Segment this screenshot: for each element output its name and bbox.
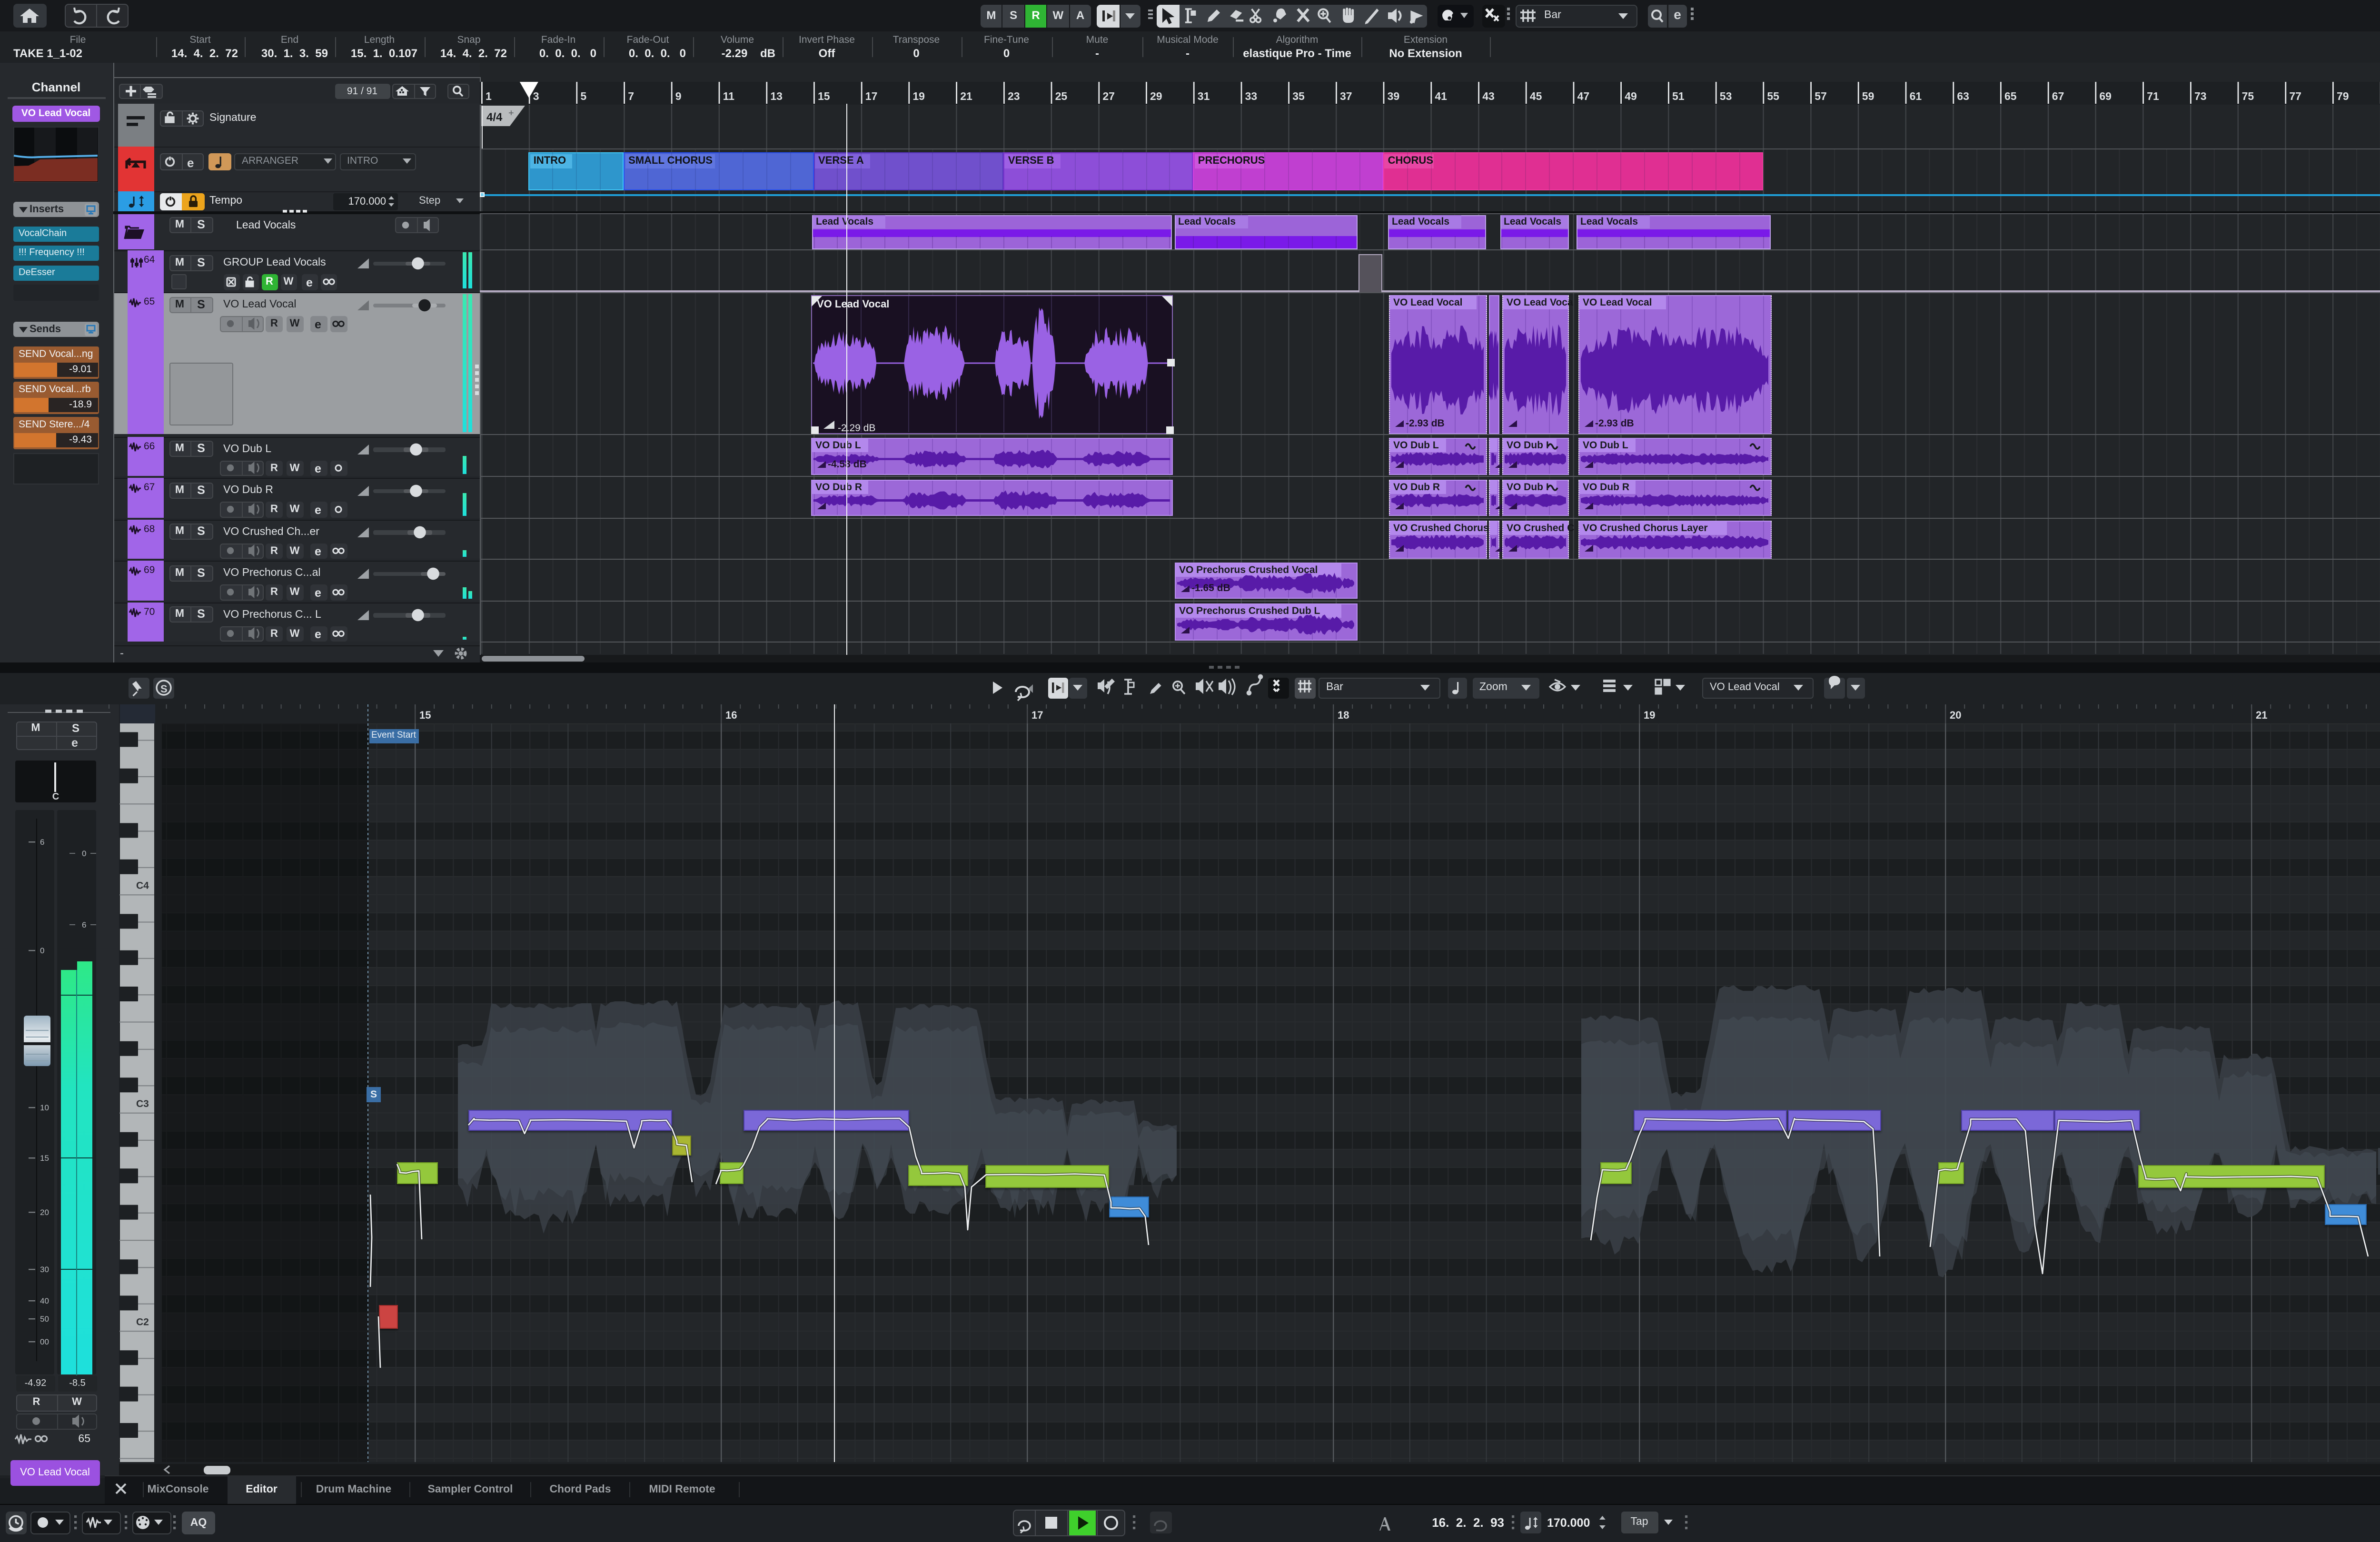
svg-text:69: 69 bbox=[2099, 90, 2112, 102]
svg-text:0: 0 bbox=[40, 946, 44, 955]
svg-text:e: e bbox=[315, 586, 321, 600]
svg-text:77: 77 bbox=[2289, 90, 2301, 102]
svg-text:C2: C2 bbox=[136, 1316, 149, 1327]
svg-text:13: 13 bbox=[770, 90, 783, 102]
svg-text:17: 17 bbox=[865, 90, 878, 102]
svg-text:6: 6 bbox=[82, 920, 86, 929]
svg-text:e: e bbox=[315, 504, 321, 517]
svg-text:18: 18 bbox=[1338, 709, 1349, 721]
svg-text:15: 15 bbox=[40, 1154, 49, 1163]
svg-text:6: 6 bbox=[40, 838, 44, 847]
svg-text:21: 21 bbox=[960, 90, 972, 102]
svg-text:55: 55 bbox=[1767, 90, 1779, 102]
svg-text:31: 31 bbox=[1198, 90, 1210, 102]
svg-text:e: e bbox=[315, 545, 321, 558]
svg-text:73: 73 bbox=[2194, 90, 2207, 102]
svg-text:57: 57 bbox=[1815, 90, 1827, 102]
svg-text:7: 7 bbox=[628, 90, 634, 102]
svg-text:47: 47 bbox=[1577, 90, 1590, 102]
svg-text:15: 15 bbox=[818, 90, 830, 102]
svg-text:51: 51 bbox=[1672, 90, 1685, 102]
svg-text:20: 20 bbox=[1950, 709, 1961, 721]
svg-text:25: 25 bbox=[1055, 90, 1068, 102]
svg-text:19: 19 bbox=[912, 90, 925, 102]
svg-text:1: 1 bbox=[486, 90, 492, 102]
svg-text:17: 17 bbox=[1031, 709, 1043, 721]
svg-text:30: 30 bbox=[40, 1265, 49, 1274]
svg-text:59: 59 bbox=[1862, 90, 1874, 102]
svg-text:39: 39 bbox=[1388, 90, 1400, 102]
svg-text:C3: C3 bbox=[136, 1098, 149, 1109]
svg-text:e: e bbox=[315, 628, 321, 641]
svg-text:71: 71 bbox=[2147, 90, 2159, 102]
svg-text:37: 37 bbox=[1340, 90, 1352, 102]
svg-text:9: 9 bbox=[675, 90, 682, 102]
svg-text:3: 3 bbox=[533, 90, 539, 102]
svg-text:29: 29 bbox=[1150, 90, 1162, 102]
svg-text:4/4: 4/4 bbox=[486, 111, 503, 124]
svg-text:75: 75 bbox=[2242, 90, 2254, 102]
svg-text:65: 65 bbox=[2004, 90, 2017, 102]
svg-text:43: 43 bbox=[1482, 90, 1495, 102]
svg-text:49: 49 bbox=[1625, 90, 1637, 102]
svg-text:16: 16 bbox=[725, 709, 737, 721]
svg-text:21: 21 bbox=[2256, 709, 2267, 721]
svg-text:0: 0 bbox=[82, 849, 86, 858]
svg-text:41: 41 bbox=[1435, 90, 1447, 102]
svg-text:e: e bbox=[71, 736, 78, 750]
svg-text:40: 40 bbox=[40, 1296, 49, 1305]
svg-text:11: 11 bbox=[723, 90, 735, 102]
svg-text:e: e bbox=[306, 276, 313, 289]
svg-text:20: 20 bbox=[40, 1208, 49, 1217]
svg-text:5: 5 bbox=[580, 90, 586, 102]
svg-text:33: 33 bbox=[1245, 90, 1258, 102]
svg-text:19: 19 bbox=[1644, 709, 1655, 721]
svg-text:e: e bbox=[315, 318, 321, 331]
svg-text:15: 15 bbox=[419, 709, 431, 721]
svg-text:61: 61 bbox=[1910, 90, 1922, 102]
svg-text:63: 63 bbox=[1957, 90, 1969, 102]
svg-text:e: e bbox=[315, 462, 321, 475]
svg-text:45: 45 bbox=[1530, 90, 1542, 102]
svg-text:00: 00 bbox=[40, 1337, 49, 1346]
svg-text:e: e bbox=[187, 156, 194, 170]
svg-text:53: 53 bbox=[1720, 90, 1732, 102]
svg-text:+: + bbox=[508, 108, 514, 119]
svg-text:67: 67 bbox=[2052, 90, 2064, 102]
svg-text:79: 79 bbox=[2337, 90, 2349, 102]
svg-text:C4: C4 bbox=[136, 880, 149, 891]
svg-text:23: 23 bbox=[1008, 90, 1020, 102]
svg-text:35: 35 bbox=[1292, 90, 1305, 102]
svg-text:27: 27 bbox=[1102, 90, 1115, 102]
svg-text:S: S bbox=[160, 683, 168, 695]
svg-text:50: 50 bbox=[40, 1315, 49, 1324]
svg-text:10: 10 bbox=[40, 1103, 49, 1112]
